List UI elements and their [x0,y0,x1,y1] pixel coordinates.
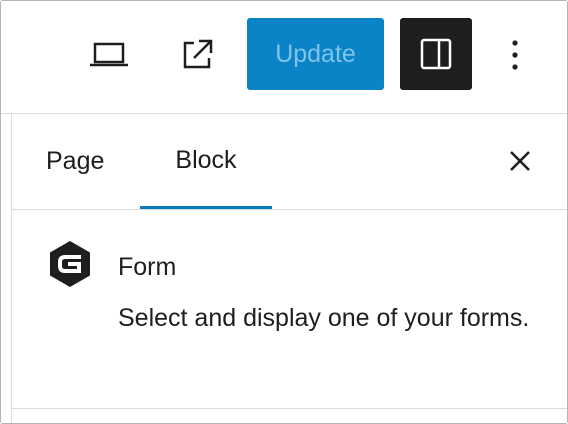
editor-toolbar: Update [1,1,567,114]
view-post-button[interactable] [171,31,223,79]
more-options-button[interactable] [495,31,535,79]
tab-block[interactable]: Block [140,114,272,209]
tab-page[interactable]: Page [30,114,140,209]
editor-frame: Update Page Block Form Select and displa… [0,0,568,424]
more-vertical-icon [512,40,518,70]
laptop-icon [90,42,128,67]
update-button[interactable]: Update [247,18,384,90]
block-card: Form Select and display one of your form… [12,210,567,409]
settings-toggle-button[interactable] [400,18,472,90]
external-link-icon [183,39,213,69]
sidebar-panel-icon [420,38,452,70]
settings-sidebar: Page Block Form Select and display one o… [11,114,567,423]
close-sidebar-button[interactable] [498,138,542,184]
block-description: Select and display one of your forms. [118,304,530,332]
gravity-forms-icon [50,241,90,287]
preview-button[interactable] [83,31,135,79]
sidebar-tabs: Page Block [12,114,567,210]
block-title: Form [118,253,177,281]
close-icon [510,151,530,171]
